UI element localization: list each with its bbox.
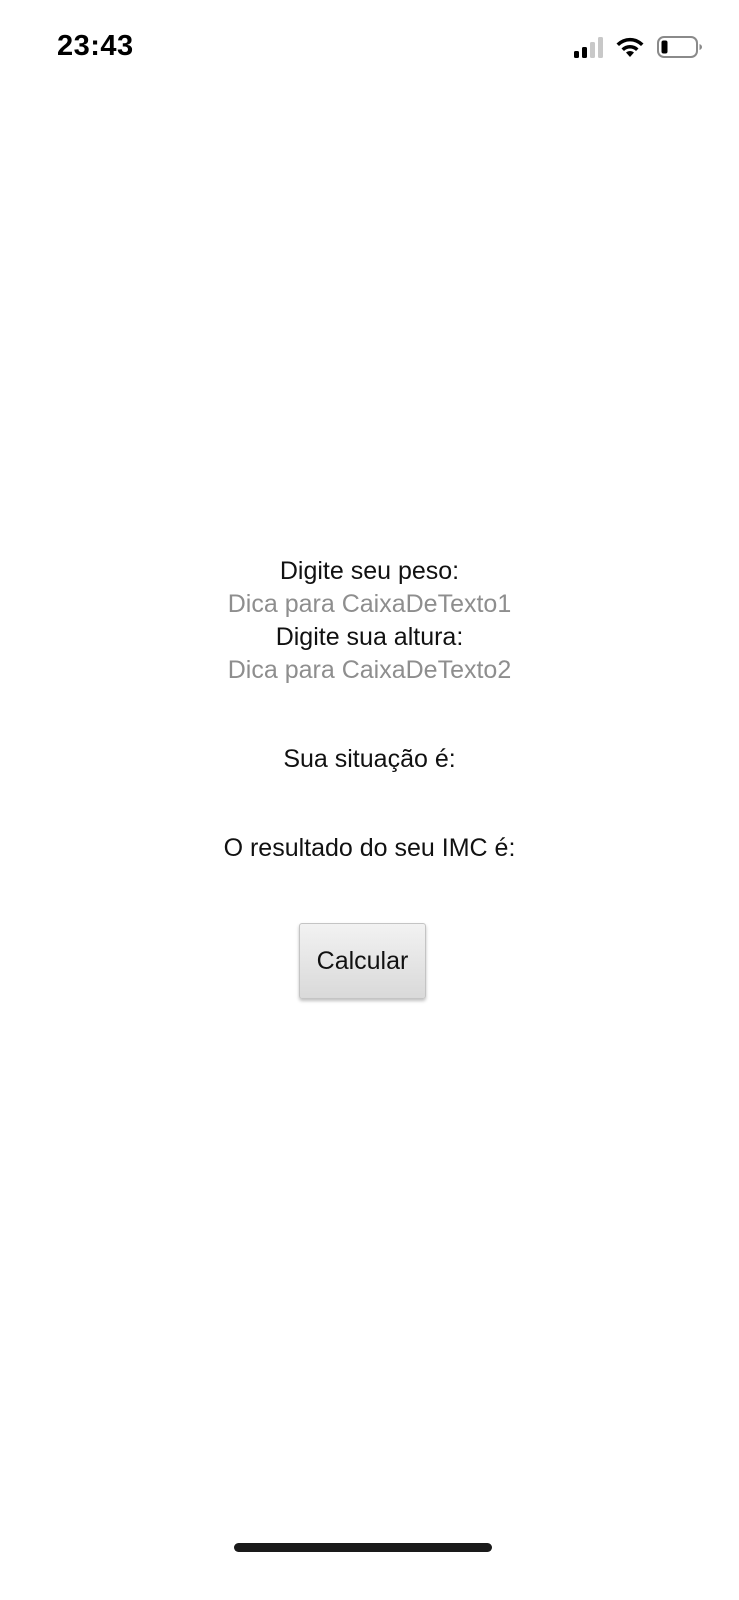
height-label: Digite sua altura: bbox=[275, 623, 464, 651]
calculate-button[interactable]: Calcular bbox=[299, 923, 426, 999]
home-indicator[interactable] bbox=[234, 1543, 492, 1552]
situation-label: Sua situação é: bbox=[283, 745, 456, 773]
battery-icon bbox=[657, 36, 702, 58]
weight-input[interactable] bbox=[199, 588, 540, 621]
imc-form: Digite seu peso: Digite sua altura: bbox=[0, 555, 739, 687]
wifi-icon bbox=[616, 37, 644, 57]
height-input[interactable] bbox=[199, 654, 540, 687]
cellular-signal-icon bbox=[574, 36, 603, 58]
imc-result-label: O resultado do seu IMC é: bbox=[223, 834, 516, 862]
weight-label: Digite seu peso: bbox=[279, 557, 460, 585]
status-bar: 23:43 bbox=[0, 0, 739, 90]
status-icons bbox=[574, 32, 703, 62]
status-time: 23:43 bbox=[57, 30, 134, 62]
